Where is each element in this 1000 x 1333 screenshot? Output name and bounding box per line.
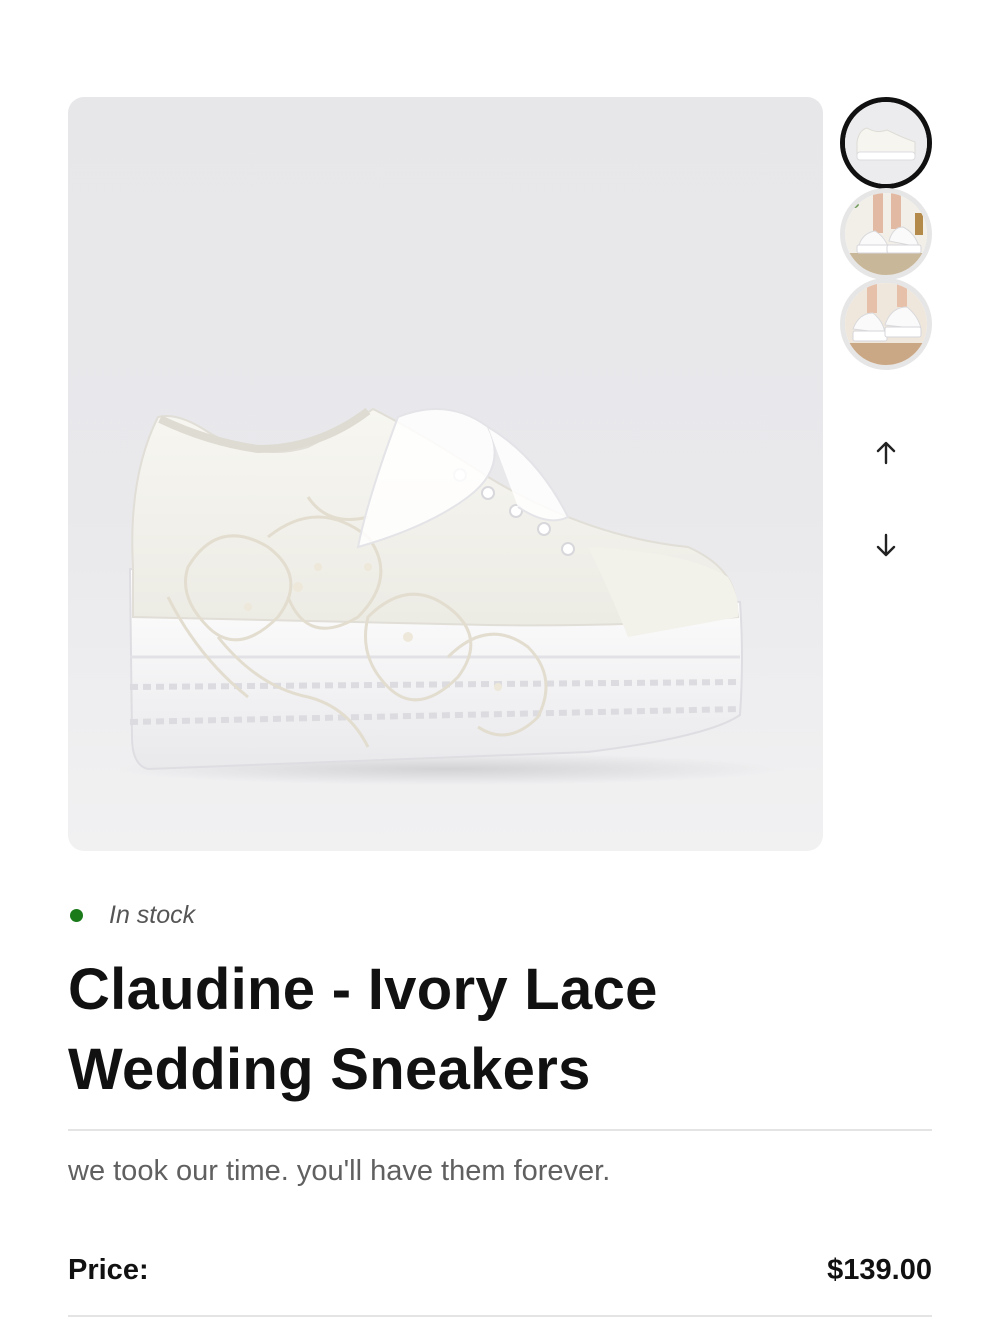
stock-label: In stock (109, 901, 196, 929)
thumbnail-1[interactable] (840, 97, 932, 189)
thumbnail-2[interactable] (840, 188, 932, 280)
price-value: $139.00 (827, 1254, 932, 1286)
stock-status: In stock (68, 901, 195, 930)
divider (68, 1315, 932, 1317)
product-tagline: we took our time. you'll have them forev… (68, 1155, 611, 1187)
price-label: Price: (68, 1254, 149, 1286)
main-product-image[interactable] (68, 97, 823, 851)
divider (68, 1129, 932, 1131)
stock-indicator-dot (70, 909, 83, 922)
product-title: Claudine - Ivory Lace Wedding Sneakers (68, 957, 658, 1102)
product-page: In stock Claudine - Ivory Lace Wedding S… (0, 0, 1000, 1333)
thumbnail-3[interactable] (840, 278, 932, 370)
arrow-up-icon[interactable] (866, 433, 906, 473)
arrow-down-icon[interactable] (866, 525, 906, 565)
